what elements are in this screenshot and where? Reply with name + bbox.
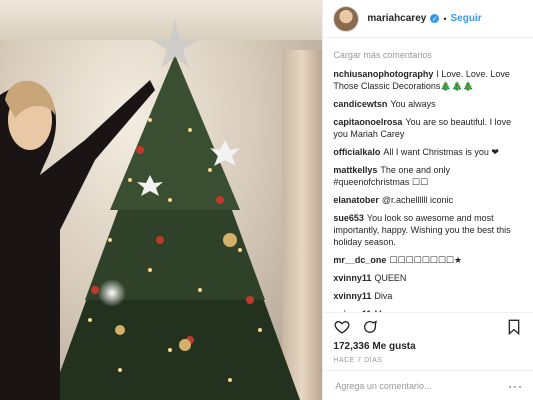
- bookmark-icon[interactable]: [505, 318, 523, 336]
- post-timestamp: HACE 7 DÍAS: [333, 357, 383, 364]
- comment-container: nchiusanophotography I Love. Love. Love T…: [333, 68, 523, 312]
- heart-icon[interactable]: [333, 318, 351, 336]
- comment-username[interactable]: officialkalo: [333, 147, 380, 157]
- more-options-icon[interactable]: ···: [508, 379, 523, 393]
- post-photo[interactable]: [0, 0, 323, 400]
- comment-item: xvinny11 QUEEN: [333, 272, 523, 284]
- comment-item: mattkellys The one and only #queenofchris…: [333, 164, 523, 188]
- comment-username[interactable]: nchiusanophotography: [333, 69, 433, 79]
- comment-icon[interactable]: [361, 318, 379, 336]
- comment-username[interactable]: xvinny11: [333, 291, 371, 301]
- comment-text: Diva: [374, 291, 393, 301]
- avatar[interactable]: [333, 5, 360, 32]
- comment-text: @r.achellllll iconic: [381, 195, 454, 205]
- comment-text: You always: [390, 99, 436, 109]
- load-more-comments-link[interactable]: Cargar más comentarios: [333, 50, 523, 60]
- comment-item: candicewtsn You always: [333, 98, 523, 110]
- follow-button[interactable]: Seguir: [450, 13, 481, 24]
- comment-input[interactable]: [333, 379, 508, 392]
- likes-count[interactable]: 172,336 Me gusta: [323, 340, 533, 354]
- comment-username[interactable]: xvinny11: [333, 273, 371, 283]
- add-comment-bar: ···: [323, 370, 533, 400]
- username[interactable]: mariahcarey: [367, 13, 426, 24]
- action-bar: [323, 312, 533, 340]
- comment-username[interactable]: candicewtsn: [333, 99, 387, 109]
- comment-username[interactable]: sue653: [333, 213, 364, 223]
- comment-item: officialkalo All I want Christmas is you …: [333, 146, 523, 158]
- verified-badge-icon: ✓: [430, 14, 440, 23]
- comment-text: QUEEN: [374, 273, 407, 283]
- post-sidebar: mariahcarey ✓ • Seguir Cargar más coment…: [322, 0, 533, 400]
- comment-item: xvinny11 Diva: [333, 290, 523, 302]
- separator: •: [443, 13, 447, 24]
- comment-item: elanatober @r.achellllll iconic: [333, 194, 523, 206]
- comment-username[interactable]: mr__dc_one: [333, 255, 386, 265]
- comment-text: ☐☐☐☐☐☐☐☐★: [389, 255, 463, 265]
- comment-username[interactable]: mattkellys: [333, 165, 377, 175]
- comment-item: sue653 You look so awesome and most impor…: [333, 212, 523, 248]
- comments-list[interactable]: Cargar más comentarios nchiusanophotogra…: [323, 38, 533, 312]
- comment-item: nchiusanophotography I Love. Love. Love T…: [333, 68, 523, 92]
- comment-username[interactable]: elanatober: [333, 195, 379, 205]
- comment-text: All I want Christmas is you ❤: [383, 147, 499, 157]
- post-header: mariahcarey ✓ • Seguir: [323, 0, 533, 38]
- comment-username[interactable]: capitaonoelrosa: [333, 117, 402, 127]
- comment-item: mr__dc_one ☐☐☐☐☐☐☐☐★: [333, 254, 523, 266]
- comment-item: capitaonoelrosa You are so beautiful. I l…: [333, 116, 523, 140]
- instagram-post: mariahcarey ✓ • Seguir Cargar más coment…: [0, 0, 533, 400]
- christmas-tree-illustration: [0, 20, 300, 400]
